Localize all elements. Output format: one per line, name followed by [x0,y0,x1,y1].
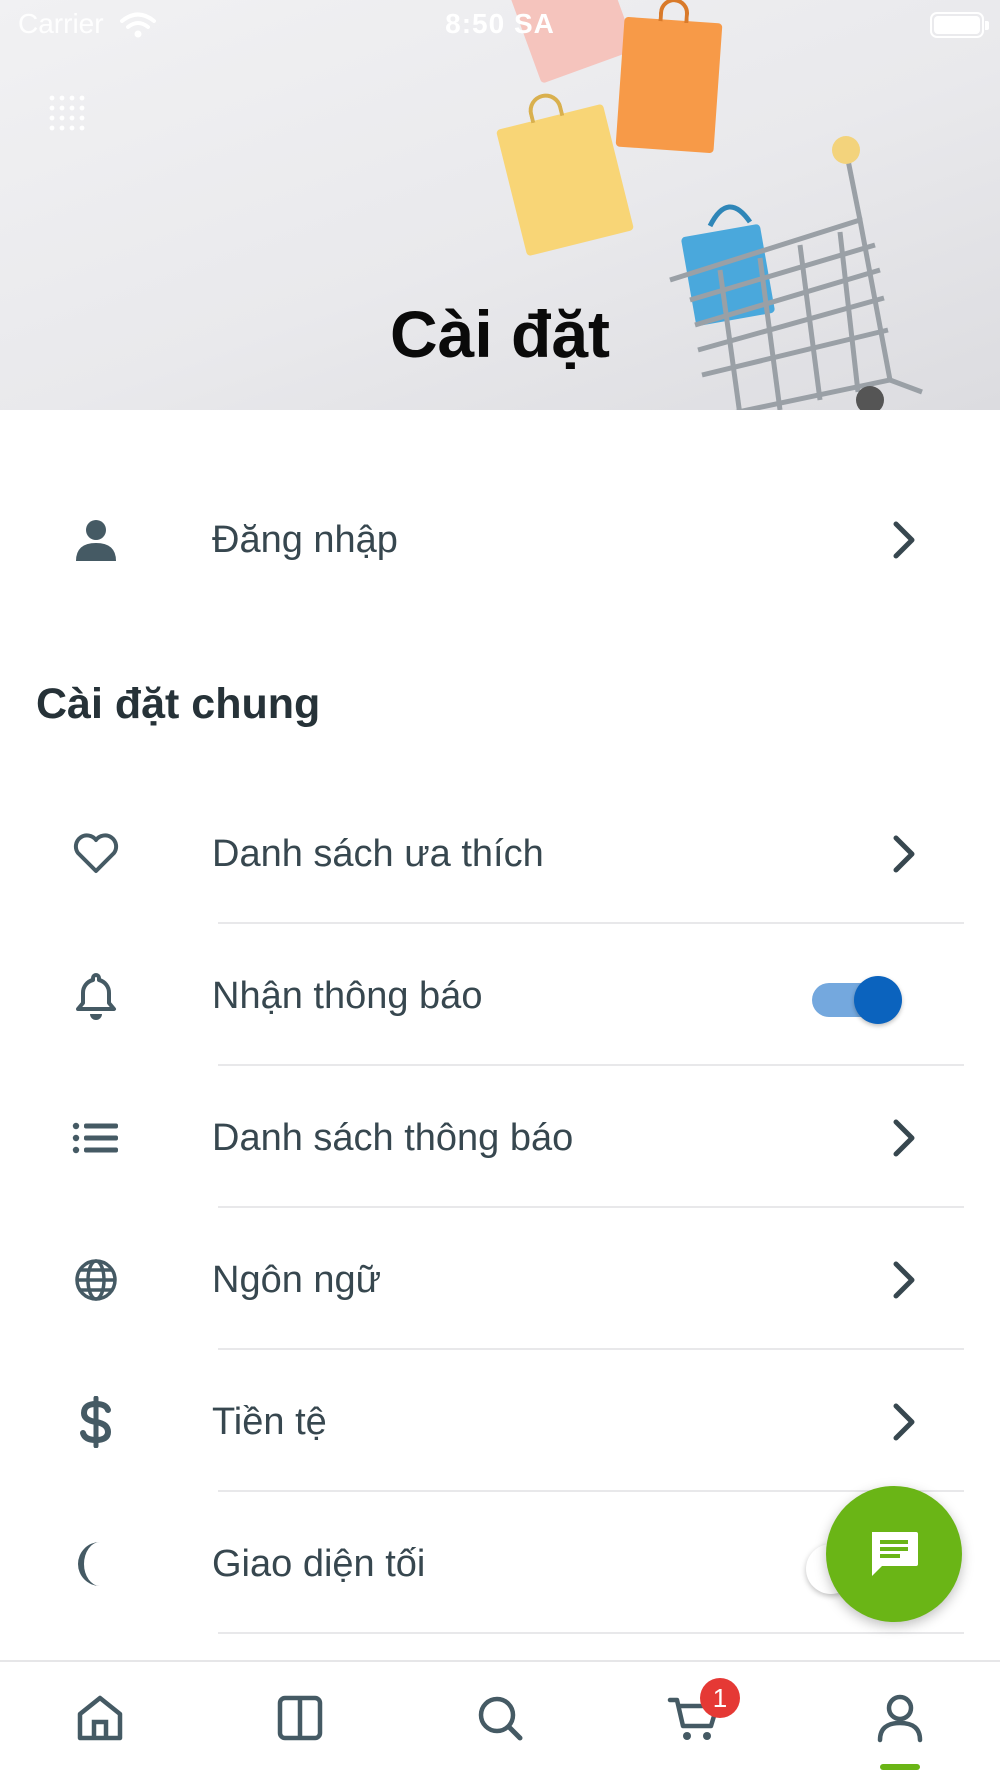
tab-catalog[interactable] [270,1688,330,1748]
favorites-label: Danh sách ưa thích [212,833,544,875]
dark-mode-label: Giao diện tối [212,1543,426,1585]
tab-search[interactable] [470,1688,530,1748]
book-icon [277,1695,323,1741]
heart-icon [70,828,122,880]
shopping-bag-image [495,90,635,257]
chat-icon [872,1532,918,1576]
divider [218,1490,964,1492]
notifications-toggle[interactable] [812,976,902,1024]
home-icon [77,1695,123,1741]
notifications-label: Nhận thông báo [212,975,483,1017]
clock-label: 8:50 SA [445,8,555,39]
chevron-right-icon [893,521,915,559]
notifications-row[interactable]: Nhận thông báo [0,926,1000,1066]
status-bar: Carrier 8:50 SA [0,0,1000,50]
divider [218,1064,964,1066]
page-title: Cài đặt [389,297,611,371]
chat-button[interactable] [826,1486,962,1622]
language-label: Ngôn ngữ [212,1259,382,1301]
person-icon [70,514,122,566]
notification-list-row[interactable]: Danh sách thông báo [0,1068,1000,1208]
divider [218,922,964,924]
notification-list-label: Danh sách thông báo [212,1117,574,1159]
divider [218,1206,964,1208]
login-row[interactable]: Đăng nhập [0,470,1000,610]
globe-icon [70,1254,122,1306]
moon-icon [70,1538,122,1590]
search-icon [478,1696,523,1741]
divider [218,1632,964,1634]
bell-icon [70,970,122,1022]
currency-label: Tiền tệ [212,1401,327,1443]
list-icon [70,1112,122,1164]
chevron-right-icon [893,835,915,873]
language-row[interactable]: Ngôn ngữ [0,1210,1000,1350]
bottom-tab-bar: 1 [0,1660,1000,1778]
currency-row[interactable]: Tiền tệ [0,1352,1000,1492]
menu-grid-icon[interactable] [44,90,92,138]
battery-icon [930,12,989,38]
favorites-row[interactable]: Danh sách ưa thích [0,784,1000,924]
tab-account[interactable] [870,1688,930,1748]
dollar-icon [70,1396,122,1448]
tab-home[interactable] [70,1688,130,1748]
active-tab-indicator [880,1764,920,1770]
chevron-right-icon [893,1403,915,1441]
login-label: Đăng nhập [212,519,398,561]
user-icon [877,1694,923,1743]
header-banner: Carrier 8:50 SA Cài đặt [0,0,1000,410]
cart-badge: 1 [700,1678,740,1718]
chevron-right-icon [893,1261,915,1299]
chevron-right-icon [893,1119,915,1157]
divider [218,1348,964,1350]
section-title-general: Cài đặt chung [36,680,321,728]
